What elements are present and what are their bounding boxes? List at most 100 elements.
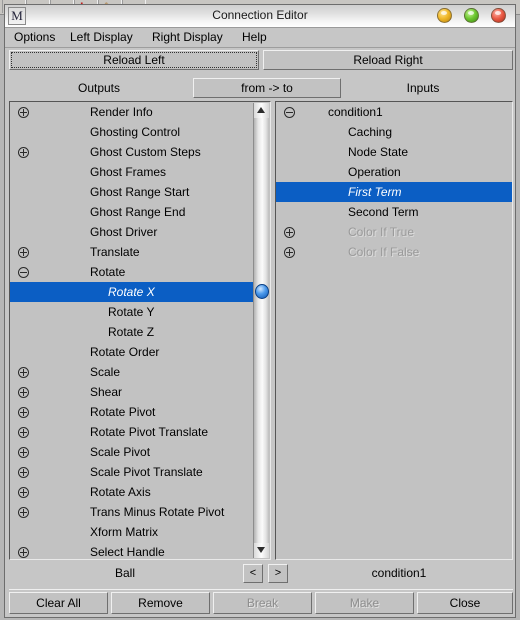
left-panel-row[interactable]: Ghost Driver	[10, 222, 255, 242]
menu-right-display[interactable]: Right Display	[147, 30, 228, 45]
maximize-button[interactable]	[464, 8, 479, 23]
left-panel-row[interactable]: Rotate Y	[10, 302, 255, 322]
clear-all-button[interactable]: Clear All	[9, 592, 108, 614]
expand-icon[interactable]	[18, 447, 29, 458]
direction-row: Outputs from -> to Inputs	[9, 78, 513, 99]
right-panel-row-label: First Term	[348, 185, 402, 199]
close-dialog-button[interactable]: Close	[417, 592, 513, 614]
left-panel-row[interactable]: Rotate X	[10, 282, 255, 302]
left-panel-row[interactable]: Rotate Axis	[10, 482, 255, 502]
left-panel-row[interactable]: Translate	[10, 242, 255, 262]
expand-icon[interactable]	[18, 107, 29, 118]
expand-icon[interactable]	[18, 507, 29, 518]
left-panel-row-label: Render Info	[90, 105, 153, 119]
right-attribute-list[interactable]: condition1 Caching Node State Operation Firs…	[276, 102, 512, 559]
right-panel-row[interactable]: Caching	[276, 122, 512, 142]
left-panel-row-label: Rotate Z	[108, 325, 155, 339]
left-panel-row-label: Scale Pivot	[90, 445, 151, 459]
left-panel-row[interactable]: Select Handle	[10, 542, 255, 559]
left-panel-row-label: Ghosting Control	[90, 125, 181, 139]
right-panel-row-label: Node State	[348, 145, 409, 159]
right-panel-row[interactable]: Second Term	[276, 202, 512, 222]
left-panel-row-label: Ghost Range End	[90, 205, 186, 219]
reload-button-row: Reload Left Reload Right	[9, 50, 513, 70]
right-panel-row[interactable]: Color If True	[276, 222, 512, 242]
left-panel-row-label: Ghost Frames	[90, 165, 167, 179]
left-panel-row[interactable]: Ghost Range End	[10, 202, 255, 222]
left-panel-row-label: Rotate Order	[90, 345, 160, 359]
left-panel-row-label: Ghost Driver	[90, 225, 158, 239]
scrollbar-thumb[interactable]	[255, 284, 269, 299]
right-node-name: condition1	[371, 566, 427, 580]
left-panel-row[interactable]: Ghost Custom Steps	[10, 142, 255, 162]
nav-prev-button[interactable]: <	[243, 564, 263, 583]
expand-icon[interactable]	[18, 367, 29, 378]
remove-button[interactable]: Remove	[111, 592, 210, 614]
left-node-name: Ball	[114, 566, 135, 580]
right-panel-row-label: Color If True	[348, 225, 415, 239]
expand-icon[interactable]	[18, 547, 29, 558]
scroll-down-arrow-icon[interactable]	[254, 543, 269, 558]
right-panel-row-label: Second Term	[348, 205, 419, 219]
left-panel-row-label: Translate	[90, 245, 140, 259]
left-panel-row[interactable]: Scale	[10, 362, 255, 382]
left-panel-row[interactable]: Trans Minus Rotate Pivot	[10, 502, 255, 522]
left-panel-row[interactable]: Rotate Pivot	[10, 402, 255, 422]
status-row: Ball < > condition1	[9, 563, 513, 585]
left-panel-row[interactable]: Scale Pivot	[10, 442, 255, 462]
expand-icon[interactable]	[18, 487, 29, 498]
menubar: Options Left Display Right Display Help	[5, 28, 515, 48]
inputs-label: Inputs	[406, 81, 440, 95]
expand-icon[interactable]	[18, 247, 29, 258]
left-panel-row[interactable]: Rotate Pivot Translate	[10, 422, 255, 442]
right-panel-row[interactable]: First Term	[276, 182, 512, 202]
left-panel-row[interactable]: Rotate Order	[10, 342, 255, 362]
menu-help[interactable]: Help	[237, 30, 272, 45]
scroll-up-arrow-icon[interactable]	[254, 103, 269, 118]
expand-icon[interactable]	[284, 227, 295, 238]
expand-icon[interactable]	[284, 247, 295, 258]
reload-left-button[interactable]: Reload Left	[9, 50, 259, 70]
expand-icon[interactable]	[18, 147, 29, 158]
close-button[interactable]	[491, 8, 506, 23]
window-titlebar[interactable]: M Connection Editor	[5, 5, 515, 28]
left-panel-row-label: Trans Minus Rotate Pivot	[90, 505, 225, 519]
reload-right-button[interactable]: Reload Right	[263, 50, 513, 70]
left-panel-row[interactable]: Shear	[10, 382, 255, 402]
left-panel-row-label: Select Handle	[90, 545, 165, 559]
direction-toggle-button[interactable]: from -> to	[193, 78, 341, 98]
right-panel-row[interactable]: Operation	[276, 162, 512, 182]
collapse-icon[interactable]	[284, 107, 295, 118]
menu-left-display[interactable]: Left Display	[65, 30, 138, 45]
right-panel-row[interactable]: Node State	[276, 142, 512, 162]
left-attribute-list[interactable]: Render Info Ghosting Control Ghost Custom …	[10, 102, 255, 559]
right-panel-row-label: Operation	[348, 165, 401, 179]
right-panel-row[interactable]: Color If False	[276, 242, 512, 262]
right-attribute-panel: condition1 Caching Node State Operation Firs…	[275, 101, 513, 560]
minimize-button[interactable]	[437, 8, 452, 23]
right-panel-row[interactable]: condition1	[276, 102, 512, 122]
expand-icon[interactable]	[18, 467, 29, 478]
expand-icon[interactable]	[18, 387, 29, 398]
collapse-icon[interactable]	[18, 267, 29, 278]
left-panel-row[interactable]: Render Info	[10, 102, 255, 122]
expand-icon[interactable]	[18, 407, 29, 418]
left-panel-row[interactable]: Scale Pivot Translate	[10, 462, 255, 482]
left-panel-row[interactable]: Ghost Range Start	[10, 182, 255, 202]
left-panel-row-label: Ghost Range Start	[90, 185, 190, 199]
left-panel-row[interactable]: Ghosting Control	[10, 122, 255, 142]
right-panel-row-label: Caching	[348, 125, 393, 139]
panels-container: Render Info Ghosting Control Ghost Custom …	[9, 101, 513, 560]
menu-options[interactable]: Options	[9, 30, 60, 45]
left-panel-row[interactable]: Rotate Z	[10, 322, 255, 342]
expand-icon[interactable]	[18, 427, 29, 438]
left-list-scrollbar[interactable]	[253, 103, 269, 558]
left-panel-row[interactable]: Rotate	[10, 262, 255, 282]
right-panel-row-label: condition1	[328, 105, 383, 119]
left-panel-row-label: Rotate Pivot	[90, 405, 156, 419]
left-panel-row[interactable]: Ghost Frames	[10, 162, 255, 182]
window-controls	[437, 8, 509, 24]
left-panel-row-label: Rotate	[90, 265, 126, 279]
left-attribute-panel: Render Info Ghosting Control Ghost Custom …	[9, 101, 271, 560]
left-panel-row[interactable]: Xform Matrix	[10, 522, 255, 542]
